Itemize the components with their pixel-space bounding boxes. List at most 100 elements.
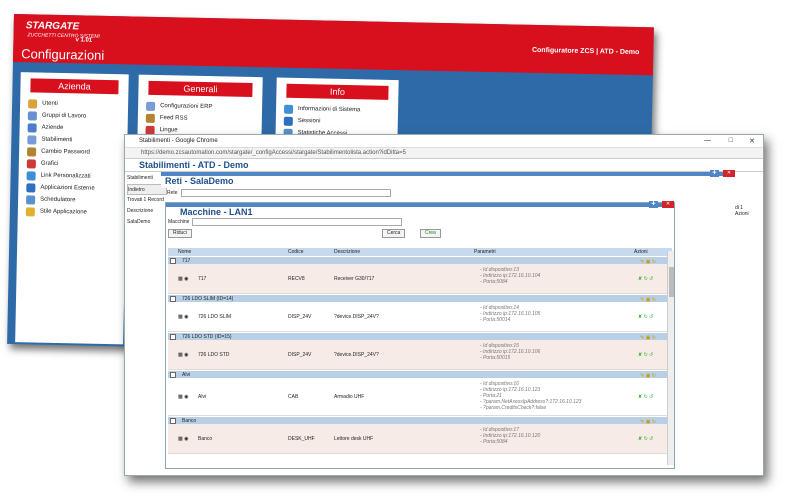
menu-item-label: Sessioni (297, 117, 321, 125)
machine-name: Banco (198, 436, 213, 442)
table-row[interactable]: ▩ ◉ 726 LDO STD DISP_24V ?device.DISP_24V? -… (168, 340, 672, 370)
menu-item-label: Link Personalizzati (40, 172, 91, 180)
page-title: Configurazioni (21, 46, 105, 63)
search-button[interactable]: Cerca (382, 229, 406, 238)
user-info[interactable]: Configuratore ZCS | ATD - Demo (532, 47, 639, 56)
create-button[interactable]: Crea (420, 229, 441, 238)
menu-item-label: Lingue (159, 127, 178, 134)
menu-item-label: Informazioni di Sistema (298, 105, 361, 114)
col-params: Parametri (474, 249, 496, 255)
macchine-panel: ✚ ✕ Macchine - LAN1 Macchine Riduci Cerc… (165, 201, 675, 469)
row-actions-icon[interactable]: ✘ ↻ ↺ (638, 394, 653, 400)
panel-azienda: Azienda Utenti Gruppi di Lavoro Aziende Sta… (15, 72, 129, 345)
machine-code: DISP_24V (288, 314, 312, 320)
menu-item-label: Aziende (41, 124, 64, 132)
rete-label: Rete (167, 190, 178, 196)
menu-item-label: Utenti (42, 100, 58, 107)
menu-item-label: Schedulatore (40, 196, 76, 204)
menu-item-icon (28, 99, 38, 109)
panel-title: Generali (148, 80, 253, 98)
machine-icon: ▩ ◉ (178, 394, 189, 400)
window-title: Stabilimenti - Google Chrome (139, 138, 218, 144)
menu-item-label: Configurazioni ERP (160, 103, 213, 111)
row-actions-icon[interactable]: ✘ ↻ ↺ (638, 276, 653, 282)
row-actions-icon[interactable]: ✘ ↻ ↺ (638, 314, 653, 320)
param-line: - Porta:5084 (480, 279, 508, 285)
menu-item-icon (27, 123, 37, 133)
col-code: Codice (288, 249, 304, 255)
table-row[interactable]: ▩ ◉ Alvi CAB Armadio UHF - Id dispositivo:16… (168, 378, 672, 416)
address-bar[interactable]: https://demo.zcsautomation.com/stargate/… (125, 148, 763, 159)
menu-item-icon (27, 111, 37, 121)
close-macchine-icon[interactable]: ✕ (662, 201, 674, 208)
param-line: - Porta:50015 (480, 355, 511, 361)
machine-name: 726 LDO STD (198, 352, 230, 358)
machine-desc: ?device.DISP_24V? (334, 352, 379, 358)
machine-code: DESK_UHF (288, 436, 315, 442)
version-label: v 1.01 (75, 37, 93, 44)
move-icon[interactable]: ✚ (649, 201, 658, 208)
chrome-window: Stabilimenti - Google Chrome — □ ✕ https… (124, 134, 764, 476)
group-header[interactable]: 726 LDO SLIM (ID=14) ✎ ▣ ↻ (168, 294, 672, 303)
table-row[interactable]: ▩ ◉ 726 LDO SLIM DISP_24V ?device.DISP_24V?… (168, 302, 672, 332)
group-header[interactable]: Alvi ✎ ▣ ↻ (168, 370, 672, 379)
reti-title: Reti - SalaDemo (165, 176, 234, 186)
reti-bar: ✚ ✕ (161, 170, 735, 177)
menu-item-label: Cambio Password (41, 148, 90, 156)
machine-name: 717 (198, 276, 207, 282)
param-line: - ?param.CreditsCheck?:false (480, 405, 547, 411)
scrollbar[interactable] (667, 251, 674, 465)
menu-item-icon (25, 207, 35, 217)
panel-title: Info (286, 83, 389, 100)
row-actions-icon[interactable]: ✘ ↻ ↺ (638, 436, 653, 442)
menu-item-icon (283, 104, 294, 114)
menu-item-label: Applicazioni Esterne (40, 184, 95, 192)
table-row[interactable]: ▩ ◉ 717 RECV8 Receiver G30/717 - Id disposit… (168, 264, 672, 294)
stabilimenti-title: Stabilimenti - ATD - Demo (125, 159, 763, 172)
menu-item[interactable]: Stile Applicazione (18, 206, 126, 220)
menu-item-icon (145, 113, 155, 123)
machine-desc: Armadio UHF (334, 394, 365, 400)
reti-panel: ✚ ✕ Reti - SalaDemo (161, 170, 735, 188)
machine-icon: ▩ ◉ (178, 352, 189, 358)
reduce-button[interactable]: Riduci (168, 229, 192, 238)
col-name: Nome (178, 249, 192, 255)
list-item[interactable]: SalaDemo (127, 217, 167, 228)
group-header[interactable]: Banco ✎ ▣ ↻ (168, 416, 672, 425)
stabilimenti-right: di 1 Azioni (735, 205, 761, 217)
machine-params: - Id dispositivo:17- Indirizzo ip:172.16… (480, 427, 540, 445)
menu-item-label: Stabilimenti (41, 136, 73, 144)
menu-item-label: Stile Applicazione (39, 208, 87, 216)
machine-desc: ?device.DISP_24V? (334, 314, 379, 320)
table-row[interactable]: ▩ ◉ Banco DESK_UHF Lettore desk UHF - Id dis… (168, 424, 672, 454)
menu-item-label: Feed RSS (159, 115, 188, 122)
column-header: Descrizione (127, 208, 154, 214)
macchine-field[interactable] (192, 218, 402, 226)
machine-params: - Id dispositivo:13- Indirizzo ip:172.16… (480, 267, 540, 285)
menu-item-icon (27, 147, 37, 157)
minimize-icon[interactable]: — (704, 137, 711, 144)
scroll-thumb[interactable] (669, 267, 674, 297)
machine-params: - Id dispositivo:16- Indirizzo ip:172.16… (480, 381, 581, 411)
group-header[interactable]: 717 ✎ ▣ ↻ (168, 256, 672, 265)
machine-params: - Id dispositivo:14- Indirizzo ip:172.16… (480, 305, 540, 323)
rete-field[interactable] (181, 189, 391, 197)
window-titlebar: Stabilimenti - Google Chrome — □ ✕ (125, 135, 763, 148)
close-reti-icon[interactable]: ✕ (723, 170, 735, 177)
menu-item-icon (283, 116, 293, 126)
macchine-table: Nome Codice Descrizione Parametri Azioni… (168, 248, 672, 466)
machine-name: 726 LDO SLIM (198, 314, 232, 320)
maximize-icon[interactable]: □ (729, 137, 733, 144)
machine-code: DISP_24V (288, 352, 312, 358)
machine-name: Alvi (198, 394, 207, 400)
machine-desc: Receiver G30/717 (334, 276, 375, 282)
col-desc: Descrizione (334, 249, 361, 255)
machine-desc: Lettore desk UHF (334, 436, 374, 442)
move-icon[interactable]: ✚ (710, 170, 719, 177)
close-icon[interactable]: ✕ (749, 137, 755, 145)
row-actions-icon[interactable]: ✘ ↻ ↺ (638, 352, 653, 358)
group-header[interactable]: 726 LDO STD (ID=15) ✎ ▣ ↻ (168, 332, 672, 341)
url-text[interactable]: https://demo.zcsautomation.com/stargate/… (141, 150, 406, 156)
machine-icon: ▩ ◉ (178, 276, 189, 282)
param-line: - Porta:50014 (480, 317, 511, 323)
